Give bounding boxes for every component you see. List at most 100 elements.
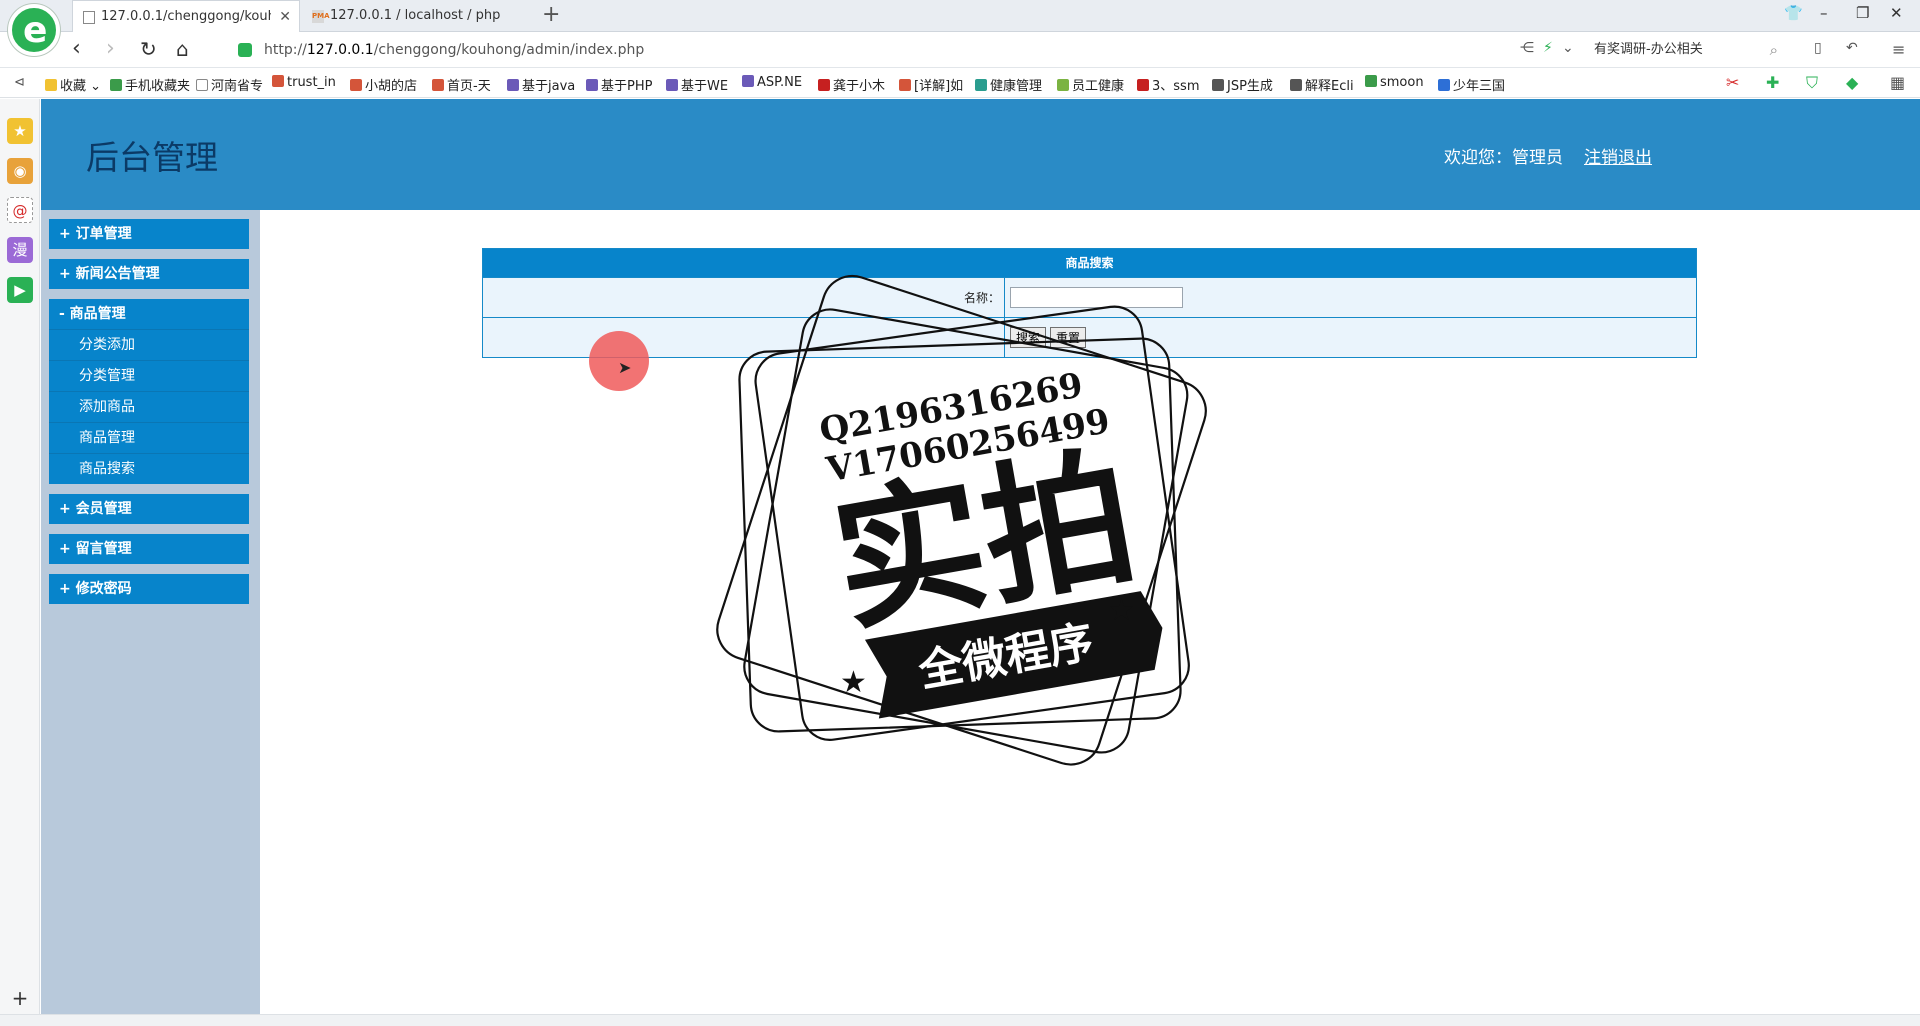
- lightning-icon[interactable]: ⚡: [1543, 40, 1553, 56]
- status-bar: [0, 1014, 1920, 1026]
- scissors-icon[interactable]: ✂: [1726, 73, 1739, 92]
- menu-messages[interactable]: + 留言管理: [49, 534, 249, 564]
- minimize-icon[interactable]: –: [1820, 4, 1828, 22]
- submenu-product-manage[interactable]: 商品管理: [49, 422, 249, 453]
- name-label: 名称：: [483, 278, 1005, 317]
- page-icon: [83, 11, 95, 24]
- bookmark-item[interactable]: JSP生成: [1212, 75, 1273, 94]
- phone-icon[interactable]: ▯: [1814, 40, 1822, 56]
- tab-title: 127.0.0.1 / localhost / phpkou: [330, 8, 500, 23]
- video-icon[interactable]: ▶: [7, 277, 33, 303]
- bookmark-item[interactable]: 解释Ecli: [1290, 75, 1354, 94]
- page-title: 后台管理: [86, 138, 218, 177]
- menu-icon[interactable]: ≡: [1892, 40, 1905, 59]
- collapse-icon[interactable]: ⊲: [14, 75, 25, 90]
- admin-header: 后台管理 欢迎您：管理员 注销退出: [41, 99, 1920, 210]
- bookmark-favorites[interactable]: 收藏 ⌄: [45, 75, 101, 94]
- empty-label: [483, 318, 1005, 357]
- home-icon[interactable]: ⌂: [176, 37, 189, 61]
- main-content: 商品搜索 名称： 搜索 重置: [260, 210, 1920, 1014]
- menu-password[interactable]: + 修改密码: [49, 574, 249, 604]
- translate-icon[interactable]: ✚: [1766, 73, 1779, 92]
- menu-news[interactable]: + 新闻公告管理: [49, 259, 249, 289]
- address-bar: ‹ › ↻ ⌂ http://127.0.0.1/chenggong/kouho…: [0, 32, 1920, 68]
- new-tab-icon[interactable]: +: [542, 2, 560, 27]
- menu-header[interactable]: + 留言管理: [49, 534, 249, 564]
- apps-icon[interactable]: ▦: [1890, 73, 1905, 92]
- bookmark-item[interactable]: [详解]如: [899, 75, 963, 94]
- share-icon[interactable]: ⋲: [1520, 40, 1534, 56]
- form-title: 商品搜索: [483, 249, 1696, 277]
- name-input[interactable]: [1010, 287, 1183, 308]
- chevron-down-icon[interactable]: ⌄: [1562, 40, 1574, 56]
- phpmyadmin-icon: PMA: [312, 10, 330, 23]
- browser-sidebar: ★ ◉ @ 漫 ▶ +: [0, 99, 40, 1014]
- menu-header[interactable]: + 修改密码: [49, 574, 249, 604]
- bookmark-item[interactable]: 健康管理: [975, 75, 1042, 94]
- bookmark-item[interactable]: 手机收藏夹: [110, 75, 190, 94]
- restore-icon[interactable]: ❐: [1856, 4, 1869, 22]
- bookmarks-bar: ⊲ 收藏 ⌄ 手机收藏夹 河南省专 trust_in 小胡的店 首页-天 基于j…: [0, 68, 1920, 98]
- skin-icon[interactable]: 👕: [1784, 4, 1803, 22]
- admin-sidebar: + 订单管理 + 新闻公告管理 - 商品管理 分类添加 分类管理 添加商品 商品…: [41, 210, 260, 1014]
- bookmark-item[interactable]: 基于PHP: [586, 75, 652, 94]
- email-icon[interactable]: @: [7, 197, 33, 223]
- product-search-form: 商品搜索 名称： 搜索 重置: [482, 248, 1697, 358]
- bookmark-item[interactable]: 河南省专: [196, 75, 263, 94]
- url-prefix: http://: [264, 42, 307, 58]
- forward-icon[interactable]: ›: [106, 37, 115, 61]
- menu-header[interactable]: + 新闻公告管理: [49, 259, 249, 289]
- url-path: /chenggong/kouhong/admin/index.php: [373, 42, 645, 58]
- favorites-star-icon[interactable]: ★: [7, 118, 33, 144]
- tab-title: 127.0.0.1/chenggong/kouhong: [101, 9, 271, 24]
- menu-products[interactable]: - 商品管理 分类添加 分类管理 添加商品 商品管理 商品搜索: [49, 299, 249, 484]
- bookmark-item[interactable]: smoon: [1365, 75, 1424, 90]
- search-icon[interactable]: ⌕: [1770, 36, 1778, 64]
- bookmark-item[interactable]: 员工健康: [1057, 75, 1124, 94]
- weibo-icon[interactable]: ◉: [7, 158, 33, 184]
- url-host: 127.0.0.1: [306, 42, 374, 58]
- add-icon[interactable]: +: [7, 985, 33, 1011]
- search-input[interactable]: 有奖调研-办公相关 ⌕: [1594, 36, 1784, 64]
- bookmark-item[interactable]: 小胡的店: [350, 75, 417, 94]
- menu-header[interactable]: + 会员管理: [49, 494, 249, 524]
- shield-icon[interactable]: ⛉: [1806, 73, 1818, 93]
- form-row: 名称：: [483, 277, 1696, 317]
- bookmark-item[interactable]: 3、ssm: [1137, 75, 1199, 94]
- admin-page: 后台管理 欢迎您：管理员 注销退出 + 订单管理 + 新闻公告管理 - 商品管理…: [41, 99, 1920, 1014]
- menu-orders[interactable]: + 订单管理: [49, 219, 249, 249]
- game-icon[interactable]: ◆: [1846, 73, 1858, 92]
- reset-button[interactable]: 重置: [1050, 327, 1087, 348]
- submenu-category-manage[interactable]: 分类管理: [49, 360, 249, 391]
- bookmark-item[interactable]: 首页-天: [432, 75, 491, 94]
- menu-members[interactable]: + 会员管理: [49, 494, 249, 524]
- bookmark-item[interactable]: 基于java: [507, 75, 575, 94]
- browser-tab-phpmyadmin[interactable]: PMA 127.0.0.1 / localhost / phpkou: [302, 0, 532, 32]
- welcome-text: 欢迎您：管理员: [1444, 148, 1563, 168]
- submenu-product-add[interactable]: 添加商品: [49, 391, 249, 422]
- bookmark-item[interactable]: trust_in: [272, 75, 336, 90]
- submenu-category-add[interactable]: 分类添加: [49, 329, 249, 360]
- browser-tab-active[interactable]: 127.0.0.1/chenggong/kouhong ✕: [72, 0, 300, 32]
- comic-icon[interactable]: 漫: [7, 237, 33, 263]
- bookmark-item[interactable]: ASP.NE: [742, 75, 802, 90]
- bookmark-item[interactable]: 龚于小木: [818, 75, 885, 94]
- submenu-product-search[interactable]: 商品搜索: [49, 453, 249, 484]
- browser-logo[interactable]: e: [8, 4, 60, 56]
- tab-close-icon[interactable]: ✕: [279, 1, 291, 32]
- window-close-icon[interactable]: ✕: [1890, 4, 1903, 22]
- reload-icon[interactable]: ↻: [140, 37, 157, 61]
- menu-header[interactable]: - 商品管理: [49, 299, 249, 329]
- menu-header[interactable]: + 订单管理: [49, 219, 249, 249]
- back-icon[interactable]: ‹: [72, 37, 81, 61]
- browser-tabbar: 127.0.0.1/chenggong/kouhong ✕ PMA 127.0.…: [0, 0, 1920, 32]
- url-field[interactable]: http://127.0.0.1/chenggong/kouhong/admin…: [238, 36, 1528, 64]
- search-button[interactable]: 搜索: [1010, 327, 1047, 348]
- bookmark-item[interactable]: 基于WE: [666, 75, 728, 94]
- secure-shield-icon: [238, 43, 252, 57]
- undo-icon[interactable]: ↶: [1846, 40, 1858, 56]
- search-placeholder: 有奖调研-办公相关: [1594, 42, 1703, 57]
- form-row: 搜索 重置: [483, 317, 1696, 357]
- logout-link[interactable]: 注销退出: [1584, 143, 1652, 168]
- bookmark-item[interactable]: 少年三国: [1438, 75, 1505, 94]
